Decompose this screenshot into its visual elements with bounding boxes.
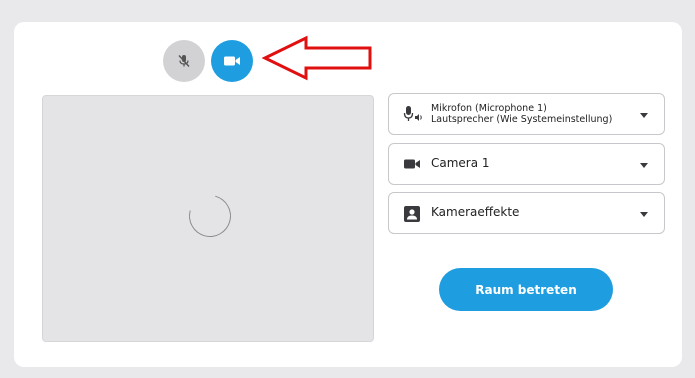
- video-preview: [42, 95, 374, 342]
- camera-effects-value: Kameraeffekte: [431, 205, 520, 219]
- loading-spinner-icon: [181, 187, 239, 245]
- speaker-value: Lautsprecher (Wie Systemeinstellung): [431, 114, 613, 125]
- mic-speaker-icon: [403, 104, 423, 124]
- audio-device-select[interactable]: Mikrofon (Microphone 1) Lautsprecher (Wi…: [388, 93, 665, 135]
- mic-off-icon: [178, 55, 190, 67]
- camera-effects-select[interactable]: Kameraeffekte: [388, 192, 665, 234]
- toggle-microphone-button[interactable]: [163, 40, 205, 82]
- red-arrow-annotation: [262, 35, 372, 81]
- video-camera-icon: [403, 157, 421, 171]
- page: Mikrofon (Microphone 1) Lautsprecher (Wi…: [0, 0, 695, 378]
- portrait-icon: [403, 205, 421, 223]
- toggle-camera-button[interactable]: [211, 40, 253, 82]
- audio-device-values: Mikrofon (Microphone 1) Lautsprecher (Wi…: [431, 103, 612, 125]
- chevron-down-icon: [640, 113, 648, 118]
- chevron-down-icon: [640, 212, 648, 217]
- camera-select-value: Camera 1: [431, 156, 490, 170]
- camera-device-select[interactable]: Camera 1: [388, 143, 665, 185]
- join-room-button[interactable]: Raum betreten: [439, 268, 613, 311]
- microphone-value: Mikrofon (Microphone 1): [431, 103, 547, 114]
- video-camera-icon: [224, 56, 240, 66]
- chevron-down-icon: [640, 163, 648, 168]
